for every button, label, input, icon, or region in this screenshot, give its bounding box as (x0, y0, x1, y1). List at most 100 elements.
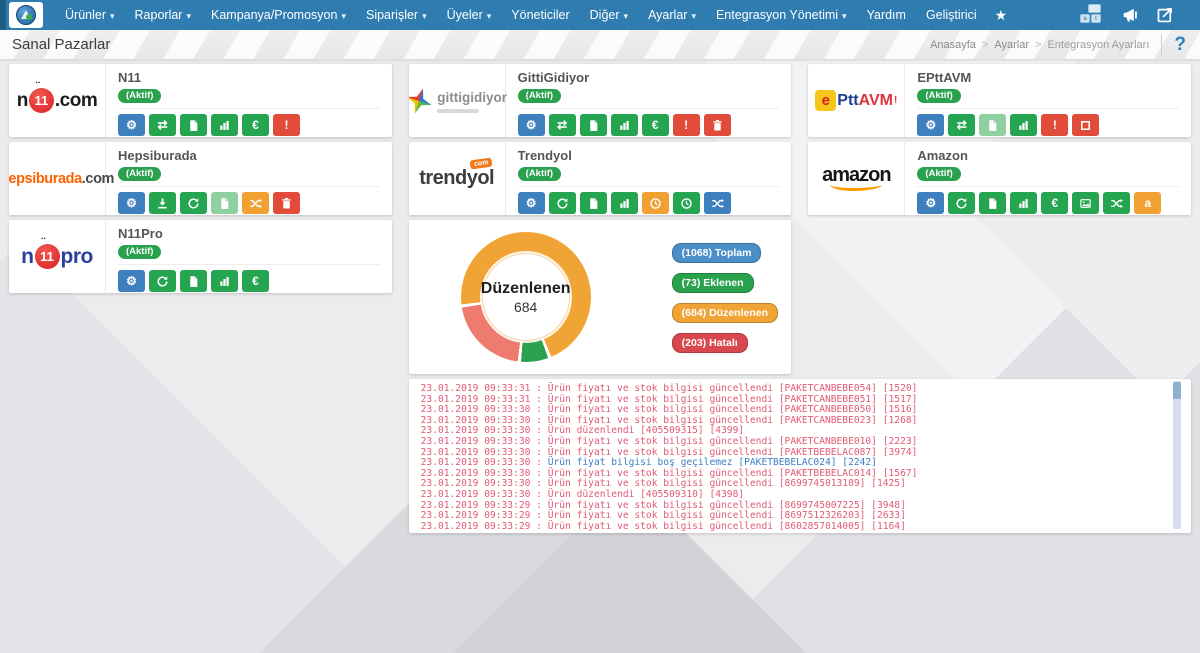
nav-item-diğer[interactable]: Diğer▾ (580, 0, 638, 31)
currency-widget-icon[interactable]: at (1080, 6, 1106, 24)
epttavm-actions: ⚙⇄! (917, 114, 1179, 136)
nav-item-entegrasyon-yönetimi[interactable]: Entegrasyon Yönetimi▾ (706, 0, 857, 31)
trendyol-title: Trendyol (518, 149, 780, 163)
breadcrumb: Anasayfa>Ayarlar>Entegrasyon Ayarları (930, 39, 1149, 51)
marketplace-card-n11: n11.comN11(Aktif)⚙⇄€! (9, 64, 392, 137)
breadcrumb-item-anasayfa[interactable]: Anasayfa (930, 39, 976, 51)
trendyol-clock-button-5[interactable] (673, 192, 700, 214)
trendyol-refresh-button[interactable] (549, 192, 576, 214)
n11-card-body: N11(Aktif)⚙⇄€! (106, 64, 392, 137)
gittigidiyor-trash-button[interactable] (704, 114, 731, 136)
n11pro-chart-button[interactable] (211, 270, 238, 292)
amazon-amazon-button[interactable]: a (1134, 192, 1161, 214)
gittigidiyor-exclamation-button[interactable]: ! (673, 114, 700, 136)
brand-logo[interactable] (9, 2, 43, 28)
legend-pill-eklenen[interactable]: (73) Eklenen (672, 273, 754, 293)
chevron-down-icon: ▾ (691, 11, 696, 21)
gittigidiyor-exchange-button[interactable]: ⇄ (549, 114, 576, 136)
log-message: Ürün fiyatı ve stok bilgisi güncellendi … (548, 510, 906, 521)
amazon-status-badge: (Aktif) (917, 167, 960, 181)
amazon-file-button[interactable] (979, 192, 1006, 214)
legend-pill-hatalı[interactable]: (203) Hatalı (672, 333, 748, 353)
nav-item-siparişler[interactable]: Siparişler▾ (356, 0, 437, 31)
log-scrollbar-thumb[interactable] (1173, 382, 1181, 399)
marketplace-card-epttavm: ePttAVM!EPttAVM(Aktif)⚙⇄! (808, 64, 1191, 137)
amazon-gear-button[interactable]: ⚙ (917, 192, 944, 214)
log-message: Ürün düzenlendi [405509310] [4398] (548, 489, 744, 500)
log-lines: 23.01.2019 09:33:31 : Ürün fiyatı ve sto… (421, 384, 1169, 532)
n11pro-file-button[interactable] (180, 270, 207, 292)
amazon-shuffle-button[interactable] (1103, 192, 1130, 214)
n11pro-euro-button[interactable]: € (242, 270, 269, 292)
epttavm-gear-button[interactable]: ⚙ (917, 114, 944, 136)
amazon-image-button[interactable] (1072, 192, 1099, 214)
epttavm-exclamation-button[interactable]: ! (1041, 114, 1068, 136)
stats-panel: Düzenlenen 684 (1068) Toplam (73) Eklenen… (409, 220, 792, 374)
log-timestamp: 23.01.2019 09:33:30 : (421, 436, 548, 447)
epttavm-stop-button[interactable] (1072, 114, 1099, 136)
hepsiburada-trash-button[interactable] (273, 192, 300, 214)
n11-chart-button[interactable] (211, 114, 238, 136)
n11-exchange-button[interactable]: ⇄ (149, 114, 176, 136)
amazon-title: Amazon (917, 149, 1179, 163)
trendyol-gear-button[interactable]: ⚙ (518, 192, 545, 214)
legend-pill-düzenlenen[interactable]: (684) Düzenlenen (672, 303, 778, 323)
megaphone-icon[interactable] (1122, 6, 1140, 24)
n11pro-gear-button[interactable]: ⚙ (118, 270, 145, 292)
trendyol-clock-button-4[interactable] (642, 192, 669, 214)
n11pro-refresh-button[interactable] (149, 270, 176, 292)
nav-item-ayarlar[interactable]: Ayarlar▾ (638, 0, 706, 31)
nav-item-ürünler[interactable]: Ürünler▾ (55, 0, 125, 31)
epttavm-exchange-button[interactable]: ⇄ (948, 114, 975, 136)
nav-item-geliştirici[interactable]: Geliştirici (916, 0, 987, 30)
gittigidiyor-status-badge: (Aktif) (518, 89, 561, 103)
legend-pill-toplam[interactable]: (1068) Toplam (672, 243, 762, 263)
nav-item-yöneticiler[interactable]: Yöneticiler (501, 0, 579, 30)
help-button[interactable]: ? (1161, 34, 1200, 56)
marketplace-card-hepsiburada: hepsiburada.comHepsiburada(Aktif)⚙ (9, 142, 392, 215)
gittigidiyor-euro-button[interactable]: € (642, 114, 669, 136)
favorites-star-icon[interactable]: ★ (987, 7, 1016, 24)
n11-gear-button[interactable]: ⚙ (118, 114, 145, 136)
marketplace-card-trendyol: trendyolcomTrendyol(Aktif)⚙ (409, 142, 792, 215)
trendyol-file-button[interactable] (580, 192, 607, 214)
n11pro-status-badge: (Aktif) (118, 245, 161, 259)
navbar-right-icons: at (1080, 6, 1200, 24)
hepsiburada-actions: ⚙ (118, 192, 380, 214)
hepsiburada-refresh-button[interactable] (180, 192, 207, 214)
amazon-chart-button[interactable] (1010, 192, 1037, 214)
hepsiburada-gear-button[interactable]: ⚙ (118, 192, 145, 214)
log-scrollbar[interactable] (1173, 381, 1181, 529)
amazon-refresh-button[interactable] (948, 192, 975, 214)
nav-item-kampanya-promosyon[interactable]: Kampanya/Promosyon▾ (201, 0, 356, 31)
gittigidiyor-chart-button[interactable] (611, 114, 638, 136)
gittigidiyor-file-button[interactable] (580, 114, 607, 136)
breadcrumb-item-ayarlar[interactable]: Ayarlar (994, 39, 1029, 51)
hepsiburada-download-button[interactable] (149, 192, 176, 214)
amazon-euro-button[interactable]: € (1041, 192, 1068, 214)
marketplace-card-amazon: amazonAmazon(Aktif)⚙€a (808, 142, 1191, 215)
log-message: Ürün fiyatı ve stok bilgisi güncellendi … (548, 383, 918, 394)
epttavm-chart-button[interactable] (1010, 114, 1037, 136)
epttavm-title: EPttAVM (917, 71, 1179, 85)
content-grid: n11.comN11(Aktif)⚙⇄€!gittigidiyorGittiGi… (9, 64, 1191, 533)
donut-center: Düzenlenen 684 (482, 253, 570, 341)
hepsiburada-title: Hepsiburada (118, 149, 380, 163)
hepsiburada-shuffle-button[interactable] (242, 192, 269, 214)
n11-file-button[interactable] (180, 114, 207, 136)
n11-euro-button[interactable]: € (242, 114, 269, 136)
epttavm-file-button[interactable] (979, 114, 1006, 136)
trendyol-chart-button[interactable] (611, 192, 638, 214)
nav-item-yardım[interactable]: Yardım (857, 0, 916, 30)
chevron-down-icon: ▾ (422, 11, 427, 21)
trendyol-shuffle-button[interactable] (704, 192, 731, 214)
epttavm-card-body: EPttAVM(Aktif)⚙⇄! (905, 64, 1191, 137)
chevron-down-icon: ▾ (487, 11, 492, 21)
nav-item-üyeler[interactable]: Üyeler▾ (437, 0, 502, 31)
edit-square-icon[interactable] (1156, 6, 1174, 24)
hepsiburada-file-button[interactable] (211, 192, 238, 214)
nav-item-raporlar[interactable]: Raporlar▾ (125, 0, 201, 31)
gittigidiyor-gear-button[interactable]: ⚙ (518, 114, 545, 136)
n11-exclamation-button[interactable]: ! (273, 114, 300, 136)
hepsiburada-card-body: Hepsiburada(Aktif)⚙ (106, 142, 392, 215)
